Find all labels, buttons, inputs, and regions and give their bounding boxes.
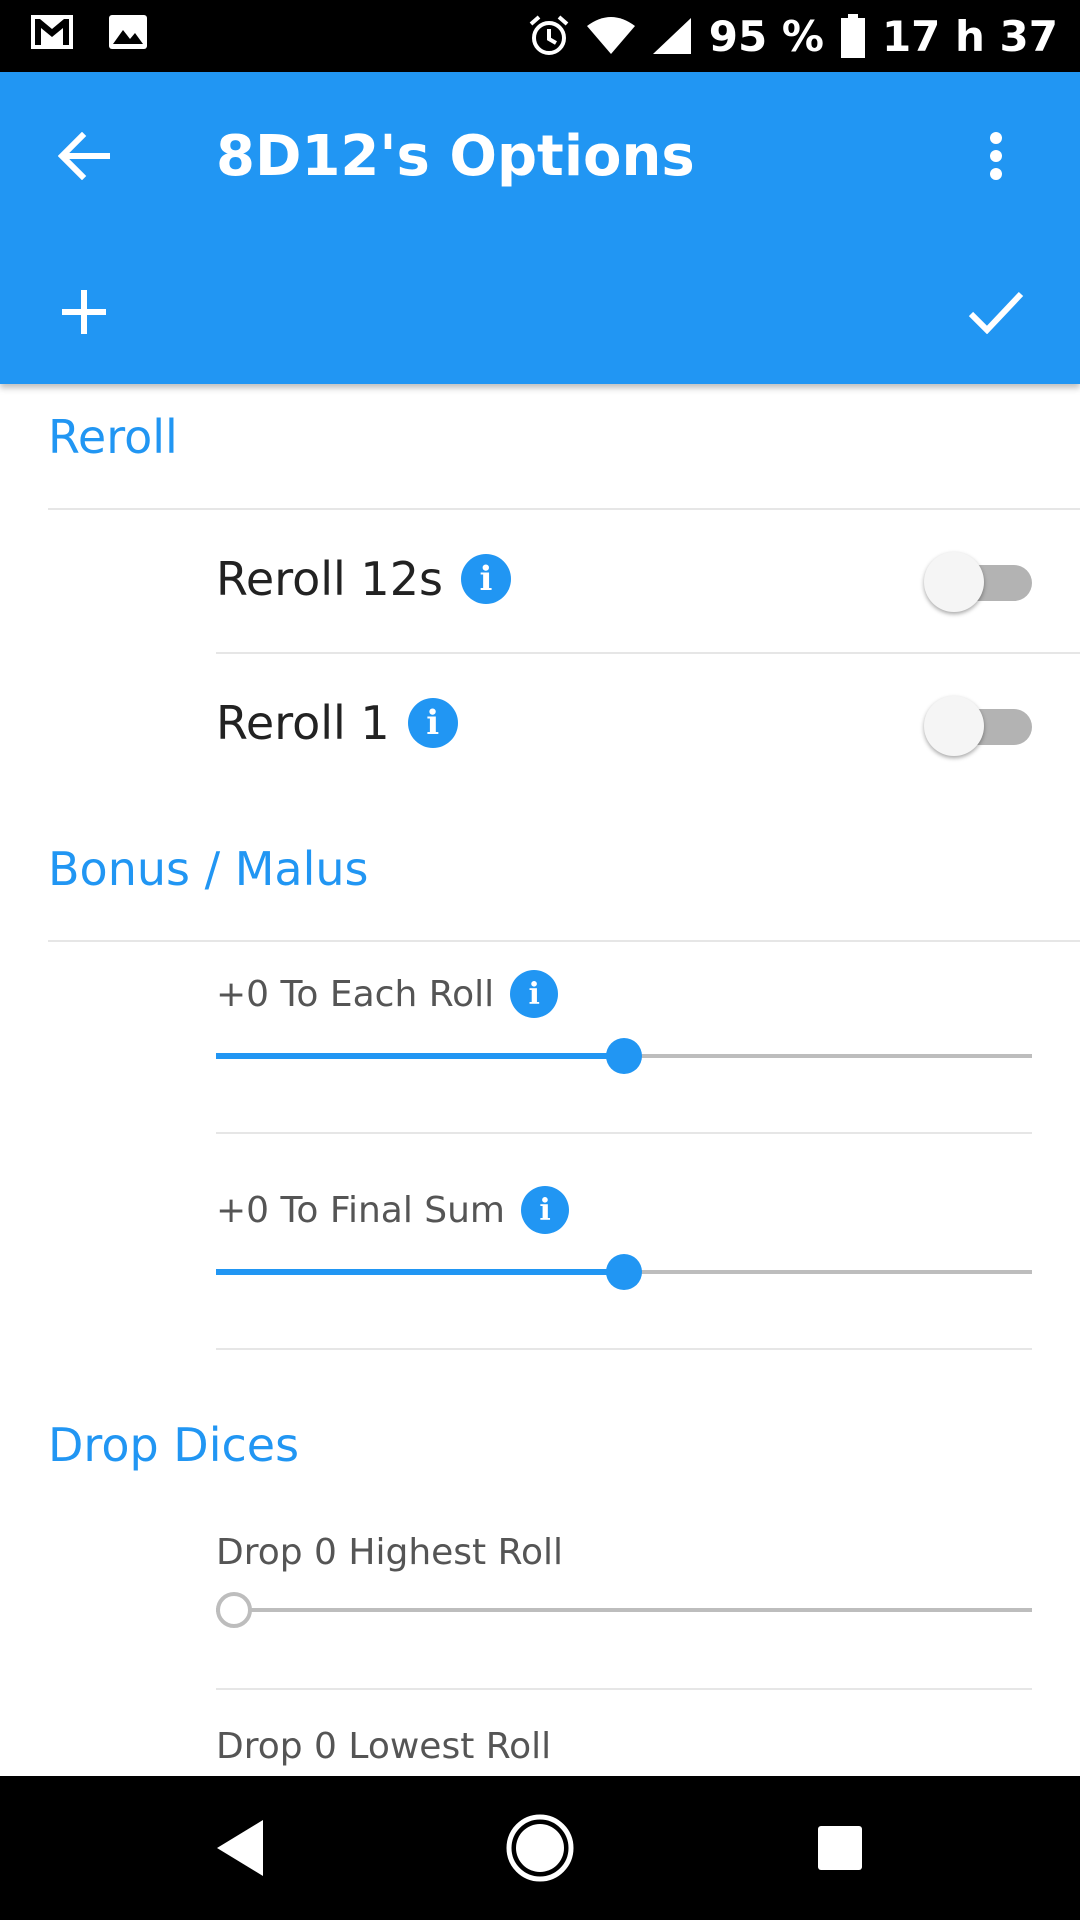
divider xyxy=(48,940,1080,942)
add-button[interactable] xyxy=(36,264,132,360)
slider-thumb[interactable] xyxy=(216,1592,252,1628)
nav-recents-icon xyxy=(818,1826,862,1870)
drop-lowest-label: Drop 0 Lowest Roll xyxy=(216,1726,552,1767)
back-button[interactable] xyxy=(36,108,132,204)
each-roll-slider[interactable] xyxy=(216,1036,1032,1076)
final-sum-label: +0 To Final Sum xyxy=(216,1189,506,1231)
app-bar: 8D12's Options xyxy=(0,72,1080,384)
confirm-button[interactable] xyxy=(948,264,1044,360)
more-vert-icon xyxy=(990,132,1002,180)
nav-back-button[interactable] xyxy=(198,1806,282,1890)
drop-lowest-slider-label: Drop 0 Lowest Roll xyxy=(216,1726,551,1767)
arrow-left-icon xyxy=(58,132,110,180)
page-title: 8D12's Options xyxy=(216,124,695,189)
final-sum-slider[interactable] xyxy=(216,1252,1032,1292)
wifi-icon xyxy=(586,16,635,56)
divider xyxy=(216,1348,1032,1350)
options-list[interactable]: Reroll Reroll 12s i Reroll 1 i Bonus / M… xyxy=(0,384,1080,1776)
drop-highest-slider-label: Drop 0 Highest Roll xyxy=(216,1532,563,1573)
info-icon[interactable]: i xyxy=(510,970,559,1018)
battery-icon xyxy=(840,14,866,58)
reroll-12s-toggle[interactable] xyxy=(924,552,1034,612)
section-title-bonus-malus: Bonus / Malus xyxy=(48,842,369,896)
divider xyxy=(216,652,1080,654)
status-bar: 95 % 17 h 37 xyxy=(0,0,1080,72)
each-roll-label: +0 To Each Roll xyxy=(216,973,495,1015)
drop-highest-slider[interactable] xyxy=(216,1590,1032,1630)
navigation-bar xyxy=(0,1776,1080,1920)
reroll-1-toggle[interactable] xyxy=(924,696,1034,756)
nav-home-button[interactable] xyxy=(498,1806,582,1890)
final-sum-slider-label: +0 To Final Sum i xyxy=(216,1186,570,1234)
gmail-icon xyxy=(30,14,74,50)
check-icon xyxy=(968,291,1024,334)
section-title-reroll: Reroll xyxy=(48,410,178,464)
reroll-1-label: Reroll 1 xyxy=(216,696,390,750)
info-icon[interactable]: i xyxy=(521,1186,570,1234)
slider-thumb[interactable] xyxy=(606,1038,642,1074)
info-icon[interactable]: i xyxy=(460,554,511,604)
drop-highest-label: Drop 0 Highest Roll xyxy=(216,1532,564,1573)
info-icon[interactable]: i xyxy=(407,698,458,748)
plus-icon xyxy=(62,290,106,334)
signal-icon xyxy=(651,16,693,56)
divider xyxy=(216,1132,1032,1134)
reroll-12s-row[interactable]: Reroll 12s i xyxy=(216,552,511,606)
divider xyxy=(216,1688,1032,1690)
nav-home-icon xyxy=(506,1814,574,1882)
section-title-drop-dices: Drop Dices xyxy=(48,1418,300,1472)
each-roll-slider-label: +0 To Each Roll i xyxy=(216,970,559,1018)
clock: 17 h 37 xyxy=(881,11,1058,61)
nav-recents-button[interactable] xyxy=(798,1806,882,1890)
nav-back-icon xyxy=(217,1820,263,1876)
slider-thumb[interactable] xyxy=(606,1254,642,1290)
alarm-icon xyxy=(527,14,571,58)
reroll-12s-label: Reroll 12s xyxy=(216,552,443,606)
reroll-1-row[interactable]: Reroll 1 i xyxy=(216,696,458,750)
gallery-icon xyxy=(108,14,148,50)
divider xyxy=(48,508,1080,510)
overflow-menu-button[interactable] xyxy=(948,108,1044,204)
battery-percentage: 95 % xyxy=(708,11,824,61)
